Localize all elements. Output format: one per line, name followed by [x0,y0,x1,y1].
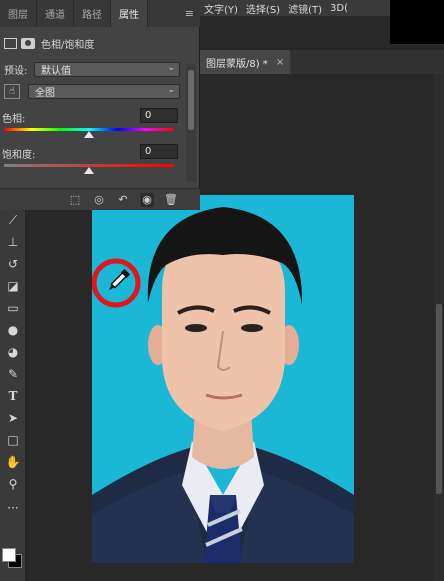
adjustment-title: 色相/饱和度 [41,40,95,51]
type-icon[interactable]: T [3,386,23,406]
hue-label: 色相: [2,114,26,125]
photoshop-window: 文字(Y) 选择(S) 滤镜(T) 3D( 图层蒙版/8) * × ⟋ ⊥ ↺ … [0,0,444,581]
menu-filter[interactable]: 滤镜(T) [284,1,326,16]
clone-stamp-icon[interactable]: ⊥ [3,232,23,252]
gradient-icon[interactable]: ▭ [3,298,23,318]
channel-row: ☝ 全图 ⌄ [0,84,200,99]
view-previous-state-icon[interactable]: ◎ [92,193,106,207]
more-tools-icon[interactable]: ··· [3,498,23,518]
targeted-adjustment-hand-icon[interactable]: ☝ [4,84,20,99]
occluding-black-region [390,0,444,44]
channel-select[interactable]: 全图 ⌄ [28,84,180,99]
channel-value: 全图 [35,88,55,99]
menu-type[interactable]: 文字(Y) [200,1,242,16]
panel-scrollbar[interactable] [186,64,196,182]
foreground-color-swatch[interactable] [2,548,16,562]
preset-label: 预设: [4,66,28,77]
tab-channels[interactable]: 通道 [37,0,74,27]
portrait-illustration [92,195,354,563]
brush-icon[interactable]: ⟋ [3,210,23,230]
menu-select[interactable]: 选择(S) [242,1,284,16]
mask-icon[interactable] [21,38,35,49]
hand-icon[interactable]: ✋ [3,452,23,472]
blur-icon[interactable]: ● [3,320,23,340]
panel-scrollbar-thumb[interactable] [188,70,194,130]
preset-value: 默认值 [41,66,71,77]
tab-paths[interactable]: 路径 [74,0,111,27]
zoom-icon[interactable]: ⚲ [3,474,23,494]
path-select-icon[interactable]: ➤ [3,408,23,428]
saturation-value-input[interactable]: 0 [140,144,178,159]
preset-select[interactable]: 默认值 ⌄ [34,62,180,77]
portrait-photo[interactable] [92,195,354,563]
saturation-slider-thumb[interactable] [84,167,94,174]
trash-icon[interactable]: 🗑 [164,193,178,207]
adjustment-layer-icon[interactable] [4,38,17,49]
menu-3d[interactable]: 3D( [326,3,352,14]
clip-to-layer-icon[interactable]: ⬚ [68,193,82,207]
history-brush-icon[interactable]: ↺ [3,254,23,274]
reset-icon[interactable]: ↶ [116,193,130,207]
document-tab-label: 图层蒙版/8) * [206,58,268,70]
canvas-scrollbar[interactable] [434,74,444,581]
preset-row: 预设: 默认值 ⌄ [0,62,200,77]
chevron-down-icon: ⌄ [167,63,175,73]
hue-value-input[interactable]: 0 [140,108,178,123]
tools-panel: ⟋ ⊥ ↺ ◪ ▭ ● ◕ ✎ T ➤ □ ✋ ⚲ ··· [0,210,26,581]
panel-menu-icon[interactable]: ≡ [185,0,200,27]
scrollbar-thumb[interactable] [436,304,442,494]
dodge-icon[interactable]: ◕ [3,342,23,362]
pen-icon[interactable]: ✎ [3,364,23,384]
chevron-down-icon: ⌄ [167,85,175,95]
eraser-icon[interactable]: ◪ [3,276,23,296]
document-tab[interactable]: 图层蒙版/8) * × [200,50,290,74]
saturation-label: 饱和度: [2,150,36,161]
hue-slider-thumb[interactable] [84,131,94,138]
tab-layers[interactable]: 图层 [0,0,37,27]
close-icon[interactable]: × [276,57,284,68]
adjustment-header: 色相/饱和度 [0,36,200,51]
tab-properties[interactable]: 属性 [111,0,148,27]
panel-footer: ⬚ ◎ ↶ ◉ 🗑 [0,188,200,210]
visibility-eye-icon[interactable]: ◉ [140,192,154,207]
rectangle-icon[interactable]: □ [3,430,23,450]
panel-tabs: 图层 通道 路径 属性 ≡ [0,0,200,27]
menu-bar: 文字(Y) 选择(S) 滤镜(T) 3D( [200,0,390,16]
properties-panel: 图层 通道 路径 属性 ≡ 色相/饱和度 预设: 默认值 ⌄ ☝ 全图 ⌄ 色相… [0,0,200,210]
